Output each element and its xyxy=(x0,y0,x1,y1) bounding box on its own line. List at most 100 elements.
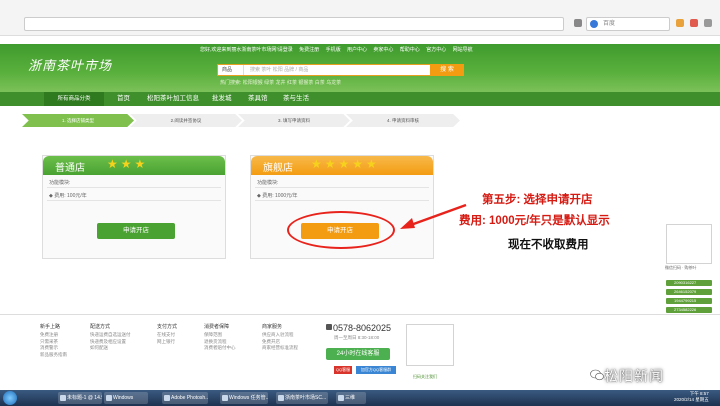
taskbar-item[interactable]: Adobe Photosh... xyxy=(162,392,208,404)
search-button[interactable]: 搜 索 xyxy=(430,64,464,76)
top-link-mobile[interactable]: 手机版 xyxy=(326,47,341,53)
apply-normal-store-button[interactable]: 申请开店 xyxy=(97,223,175,239)
footer-heading: 消费者保障 xyxy=(204,324,230,330)
wechat-icon xyxy=(590,369,604,381)
footer-heading: 支付方式 xyxy=(157,324,178,330)
taskbar-item[interactable]: Windows xyxy=(104,392,148,404)
taskbar-item[interactable]: 未标题-1 @ 14.9... xyxy=(58,392,102,404)
divider xyxy=(47,200,221,201)
footer-column-payment: 支付方式 在线支付 网上银行 xyxy=(157,323,177,345)
fee-text: ◆ 费用: 1000元/年 xyxy=(257,193,298,199)
favorites-icon[interactable] xyxy=(676,19,684,27)
browser-search-box[interactable]: 百度 xyxy=(586,17,670,31)
taskbar-clock: 下午 8:57 2020/2/14 星期五 xyxy=(674,391,709,403)
footer-link[interactable]: 商家经营标准流程 xyxy=(262,345,298,352)
main-nav xyxy=(0,92,720,106)
annotation-line-3: 现在不收取费用 xyxy=(508,239,589,251)
module-label: 功能模块: xyxy=(49,180,71,186)
top-link-seller-center[interactable]: 卖家中心 xyxy=(373,47,393,53)
nav-item-wholesale[interactable]: 批发城 xyxy=(212,92,232,106)
footer-heading: 商家服务 xyxy=(262,324,283,330)
annotation-line-2: 费用: 1000元/年只是默认显示 xyxy=(459,215,610,227)
footer-qr-code xyxy=(406,324,454,366)
application-steps: 1. 选择店铺类型 2.阅读并签协议 3. 填写申请资料 4. 申请资料审核 xyxy=(22,114,460,127)
qr-caption: 微信扫码 · 购茶叶 xyxy=(665,265,697,270)
nav-item-processing-info[interactable]: 松阳茶叶加工信息 xyxy=(147,92,199,106)
qq-contact[interactable]: 2734582226 xyxy=(666,307,712,313)
footer-link[interactable]: 新品服务指南 xyxy=(40,352,67,359)
site-search-input[interactable]: 搜索 茶叶 松阳 品牌 / 商品 xyxy=(250,66,308,73)
rating-stars-icon: ★★★ xyxy=(107,157,149,171)
card-header: 旗舰店 ★★★★★ xyxy=(251,156,433,175)
divider xyxy=(47,187,221,188)
fee-text: ◆ 费用: 100元/年 xyxy=(49,193,87,199)
taskbar-item[interactable]: 浙南茶叶市场SC... xyxy=(276,392,328,404)
qq-service-button[interactable]: QQ客服 xyxy=(334,366,352,374)
clock-date: 2020/2/14 星期五 xyxy=(674,397,709,402)
nav-item-teaware[interactable]: 茶具馆 xyxy=(248,92,268,106)
dropdown-icon[interactable] xyxy=(574,19,582,27)
top-link-site-nav[interactable]: 网站导航 xyxy=(453,47,473,53)
top-links: 您好,欢迎来到丽水浙南茶叶市场网!请登录 免费注册 手机版 用户中心 卖家中心 … xyxy=(200,46,478,53)
card-title: 普通店 xyxy=(55,163,85,174)
hot-search-words[interactable]: 热门搜索: 松阳银猴 绿茶 龙井 红茶 银猴茶 白茶 乌龙茶 xyxy=(220,79,341,86)
footer-column-delivery: 配送方式 快递运费自选运送付 快递费及相应设置 如何配送 xyxy=(90,323,131,352)
footer-link[interactable]: 网上银行 xyxy=(157,339,177,346)
online-service-button[interactable]: 24小时在线客服 xyxy=(326,348,390,360)
card-header: 普通店 ★★★ xyxy=(43,156,225,175)
divider xyxy=(255,187,429,188)
highlight-ellipse xyxy=(287,211,395,249)
annotation-arrow-icon xyxy=(400,203,467,229)
step-1: 1. 选择店铺类型 xyxy=(22,114,134,127)
module-label: 功能模块: xyxy=(257,180,279,186)
top-link-user-center[interactable]: 用户中心 xyxy=(347,47,367,53)
footer-qr-caption: 扫码关注我们 xyxy=(413,374,437,379)
step-3: 3. 填写申请资料 xyxy=(238,114,350,127)
store-card-normal: 普通店 ★★★ 功能模块: ◆ 费用: 100元/年 申请开店 xyxy=(42,155,226,259)
top-link-help-center[interactable]: 帮助中心 xyxy=(400,47,420,53)
footer-column-merchant: 商家服务 供应商入驻流程 免费开店 商家经营标准流程 xyxy=(262,323,298,352)
phone-icon xyxy=(326,324,332,330)
search-engine-icon xyxy=(590,20,598,28)
qq-group-button[interactable]: 加官方QQ客服群 xyxy=(356,366,396,374)
footer-link[interactable]: 在线支付 xyxy=(157,332,177,339)
footer-heading: 新手上路 xyxy=(40,324,61,330)
divider xyxy=(255,200,429,201)
footer-column-protection: 消费者保障 保障范围 退换货流程 消费者赔付中心 xyxy=(204,323,236,352)
top-link-welcome[interactable]: 您好,欢迎来到丽水浙南茶叶市场网!请登录 xyxy=(200,47,293,53)
fee-value: 费用: 1000元/年 xyxy=(262,193,298,199)
footer-link[interactable]: 快递运费自选运送付 xyxy=(90,332,131,339)
tools-icon[interactable] xyxy=(690,19,698,27)
all-categories-button[interactable]: 所有商品分类 xyxy=(44,92,104,106)
top-link-register[interactable]: 免费注册 xyxy=(299,47,319,53)
top-link-official[interactable]: 官方中心 xyxy=(426,47,446,53)
qq-contact[interactable]: 2090316227 xyxy=(666,280,712,286)
service-hours: 周一至周日 8:30-18:00 xyxy=(334,335,380,340)
footer-link[interactable]: 供应商入驻流程 xyxy=(262,332,298,339)
qq-contact[interactable]: 1944799215 xyxy=(666,298,712,304)
nav-item-tea-life[interactable]: 茶与生活 xyxy=(283,92,309,106)
site-logo[interactable]: 浙南茶叶市场 xyxy=(28,55,112,74)
footer-column-newbie: 新手上路 免费注册 只需采茶 消费警示 新品服务指南 xyxy=(40,323,67,358)
footer-link[interactable]: 如何配送 xyxy=(90,345,131,352)
watermark-text: 松阳新闻 xyxy=(604,368,664,384)
footer-heading: 配送方式 xyxy=(90,324,111,330)
step-4: 4. 申请资料审核 xyxy=(346,114,460,127)
qq-contact[interactable]: 2646152079 xyxy=(666,289,712,295)
start-button[interactable] xyxy=(3,391,17,405)
rating-stars-icon: ★★★★★ xyxy=(311,157,380,171)
service-phone: 0578-8062025 xyxy=(333,323,392,333)
address-bar[interactable] xyxy=(24,17,564,31)
menu-icon[interactable] xyxy=(704,19,712,27)
fee-value: 费用: 100元/年 xyxy=(54,193,87,199)
step-2: 2.阅读并签协议 xyxy=(130,114,242,127)
annotation-line-1: 第五步: 选择申请开店 xyxy=(482,194,593,206)
browser-search-placeholder: 百度 xyxy=(603,21,616,27)
search-category-select[interactable]: 商品 xyxy=(218,65,244,75)
nav-item-home[interactable]: 首页 xyxy=(117,92,130,106)
wechat-qr-code xyxy=(666,224,712,264)
footer-link[interactable]: 消费者赔付中心 xyxy=(204,345,236,352)
taskbar-item[interactable]: Windows 任务管... xyxy=(220,392,268,404)
taskbar-item[interactable]: 三维 xyxy=(336,392,366,404)
card-title: 旗舰店 xyxy=(263,163,293,174)
